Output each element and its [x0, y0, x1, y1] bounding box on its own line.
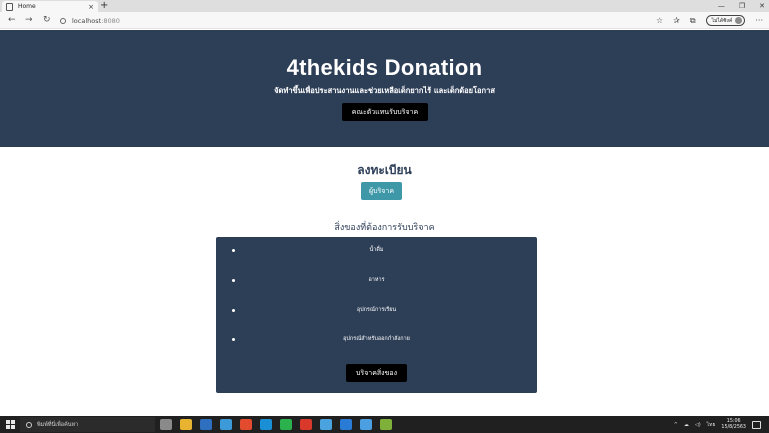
bullet-icon	[232, 248, 235, 252]
tab-title: Home	[18, 3, 36, 10]
needs-panel: น้ำดื่ม อาหาร อุปกรณ์การเรียน อุปกรณ์สำห…	[216, 237, 537, 393]
toolbar-actions: ☆ ✰ ⧉ ไม่ได้ซิงค์ ···	[656, 14, 763, 27]
list-item: อุปกรณ์การเรียน	[216, 305, 537, 315]
taskbar-app-icon[interactable]	[380, 419, 392, 430]
taskbar: พิมพ์ที่นี่เพื่อค้นหา ^ ☁ ◁) ไทย 15:06 1…	[0, 416, 769, 433]
taskbar-apps	[160, 418, 392, 431]
forward-button[interactable]: →	[25, 15, 33, 26]
windows-start-icon[interactable]	[6, 420, 15, 429]
agent-button[interactable]: คณะตัวแทนรับบริจาค	[342, 103, 428, 121]
hero-title: 4thekids Donation	[286, 55, 483, 80]
taskbar-app-icon[interactable]	[240, 419, 252, 430]
profile-button[interactable]: ไม่ได้ซิงค์	[705, 15, 746, 26]
taskbar-search[interactable]: พิมพ์ที่นี่เพื่อค้นหา	[20, 417, 155, 432]
browser-tab[interactable]: Home ×	[2, 1, 98, 12]
list-item: น้ำดื่ม	[216, 245, 537, 255]
taskbar-app-icon[interactable]	[220, 419, 232, 430]
list-item-label: น้ำดื่ม	[369, 247, 384, 253]
collections-icon[interactable]: ⧉	[690, 16, 696, 26]
search-placeholder: พิมพ์ที่นี่เพื่อค้นหา	[37, 421, 79, 428]
page-icon	[6, 2, 13, 11]
clock-date: 15/8/2563	[721, 424, 746, 430]
list-item: อุปกรณ์สำหรับออกกำลังกาย	[216, 334, 537, 344]
clock[interactable]: 15:06 15/8/2563	[721, 419, 746, 431]
taskbar-app-icon[interactable]	[360, 419, 372, 430]
maximize-button[interactable]: ❐	[739, 2, 745, 10]
volume-icon[interactable]: ◁)	[695, 422, 701, 428]
browser-toolbar: ← → ↻ localhost:8080 ☆ ✰ ⧉ ไม่ได้ซิงค์ ·…	[0, 12, 769, 29]
address-host: localhost	[72, 16, 102, 25]
hero-banner: 4thekids Donation จัดทำขึ้นเพื่อประสานงา…	[0, 30, 769, 147]
bullet-icon	[232, 278, 235, 282]
language-indicator[interactable]: ไทย	[707, 421, 716, 429]
taskbar-app-icon[interactable]	[300, 419, 312, 430]
address-port: :8080	[101, 16, 120, 25]
new-tab-button[interactable]: +	[100, 0, 108, 12]
taskbar-app-icon[interactable]	[180, 419, 192, 430]
list-item-label: อาหาร	[368, 277, 385, 283]
tab-close-button[interactable]: ×	[88, 3, 94, 11]
taskbar-app-icon[interactable]	[320, 419, 332, 430]
taskbar-app-icon[interactable]	[160, 419, 172, 430]
chevron-up-icon[interactable]: ^	[674, 422, 678, 428]
refresh-button[interactable]: ↻	[43, 15, 51, 26]
list-item-label: อุปกรณ์การเรียน	[356, 307, 397, 313]
profile-label: ไม่ได้ซิงค์	[711, 17, 733, 24]
taskbar-app-icon[interactable]	[200, 419, 212, 430]
list-item: อาหาร	[216, 275, 537, 285]
system-tray: ^ ☁ ◁) ไทย 15:06 15/8/2563	[674, 417, 761, 432]
browser-tab-bar: Home × + — ❐ ✕	[0, 0, 769, 12]
register-title: ลงทะเบียน	[357, 163, 412, 177]
star-icon[interactable]: ☆	[656, 16, 663, 25]
notification-icon[interactable]	[752, 420, 761, 429]
donor-register-button[interactable]: ผู้บริจาค	[361, 182, 402, 200]
close-window-button[interactable]: ✕	[759, 2, 765, 10]
avatar	[735, 17, 743, 24]
bullet-icon	[232, 308, 235, 312]
list-item-label: อุปกรณ์สำหรับออกกำลังกาย	[343, 336, 410, 342]
favorites-icon[interactable]: ✰	[673, 16, 680, 25]
taskbar-app-icon[interactable]	[260, 419, 272, 430]
taskbar-app-icon[interactable]	[340, 419, 352, 430]
needs-title: สิ่งของที่ต้องการรับบริจาค	[334, 223, 435, 233]
taskbar-app-icon[interactable]	[280, 419, 292, 430]
back-button[interactable]: ←	[8, 15, 16, 26]
minimize-button[interactable]: —	[718, 2, 725, 10]
more-menu-button[interactable]: ···	[755, 16, 763, 25]
donate-items-button[interactable]: บริจาคสิ่งของ	[346, 364, 407, 382]
search-icon	[26, 421, 32, 428]
hero-subtitle: จัดทำขึ้นเพื่อประสานงานและช่วยเหลือเด็กย…	[274, 86, 495, 95]
network-icon[interactable]: ☁	[684, 422, 689, 428]
info-icon[interactable]	[60, 17, 66, 24]
window-controls: — ❐ ✕	[718, 0, 765, 12]
bullet-icon	[232, 337, 235, 341]
address-bar[interactable]: localhost:8080	[60, 15, 120, 26]
